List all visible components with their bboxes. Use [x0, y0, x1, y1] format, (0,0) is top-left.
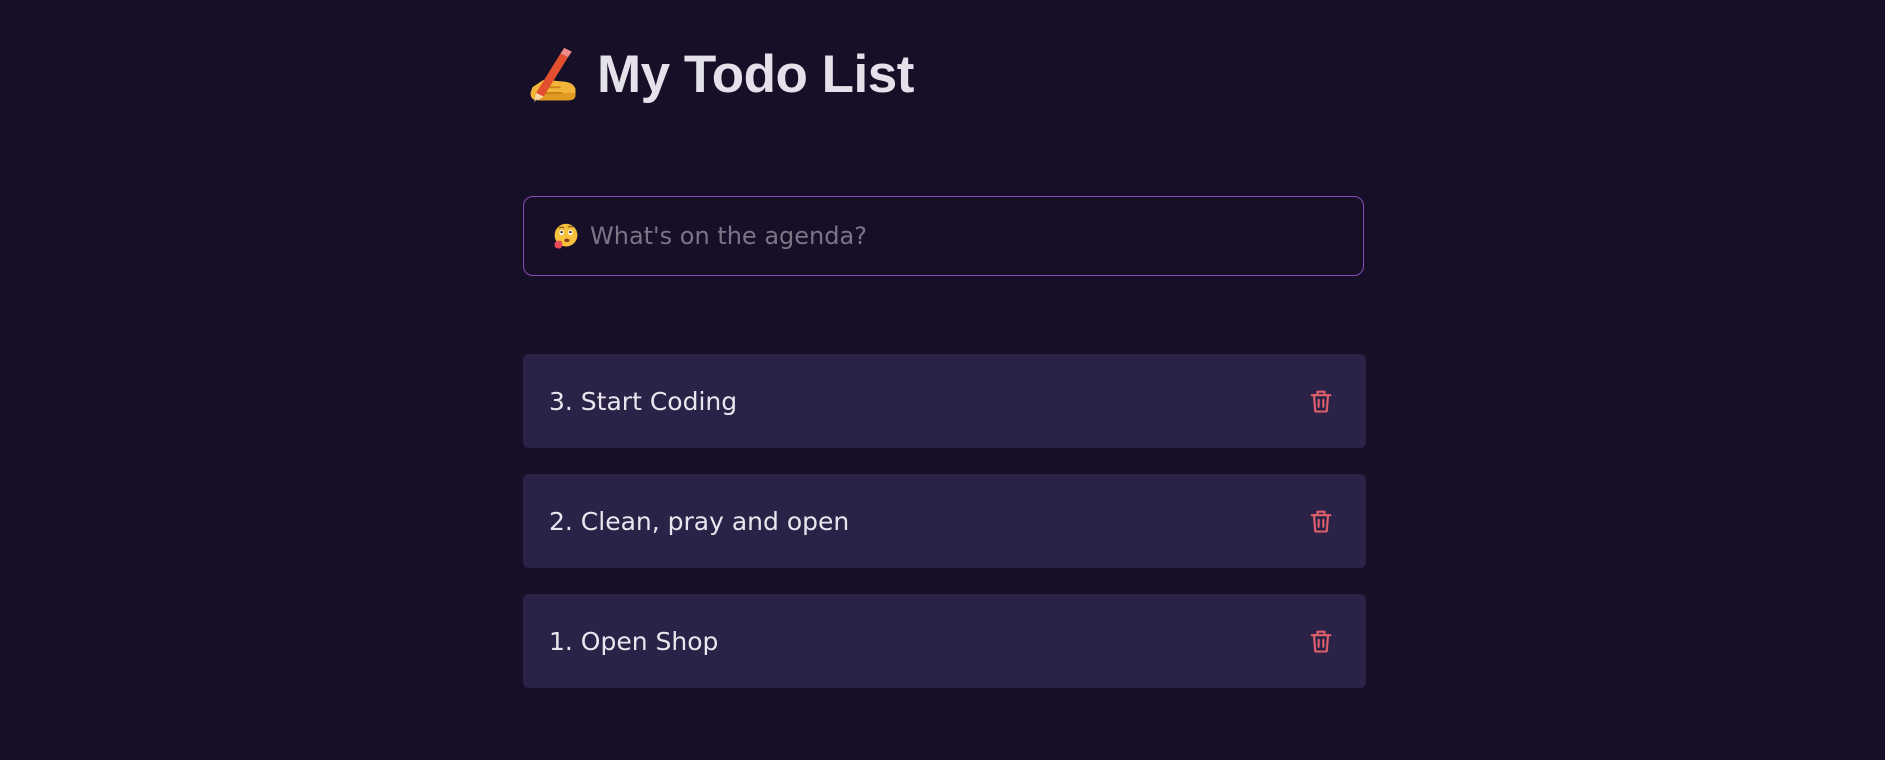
thinking-face-icon: [554, 223, 578, 249]
writing-hand-icon: [530, 47, 576, 103]
todo-item[interactable]: 2. Clean, pray and open: [523, 474, 1366, 568]
todo-label: 3. Start Coding: [549, 386, 738, 416]
todo-label: 2. Clean, pray and open: [549, 506, 850, 536]
todo-item[interactable]: 1. Open Shop: [523, 594, 1366, 688]
trash-icon: [1310, 510, 1332, 533]
header: My Todo List: [523, 0, 1366, 148]
todo-label: 1. Open Shop: [549, 626, 719, 656]
delete-button[interactable]: [1306, 506, 1336, 536]
delete-button[interactable]: [1306, 626, 1336, 656]
todo-input[interactable]: [590, 222, 1310, 250]
trash-icon: [1310, 630, 1332, 653]
todo-list: 3. Start Coding 2. Clean, pray and open: [523, 354, 1366, 714]
todo-item[interactable]: 3. Start Coding: [523, 354, 1366, 448]
todo-app: My Todo List 3. Start Coding: [523, 0, 1366, 688]
todo-input-box[interactable]: [523, 196, 1364, 276]
delete-button[interactable]: [1306, 386, 1336, 416]
page-title: My Todo List: [597, 44, 914, 104]
trash-icon: [1310, 390, 1332, 413]
